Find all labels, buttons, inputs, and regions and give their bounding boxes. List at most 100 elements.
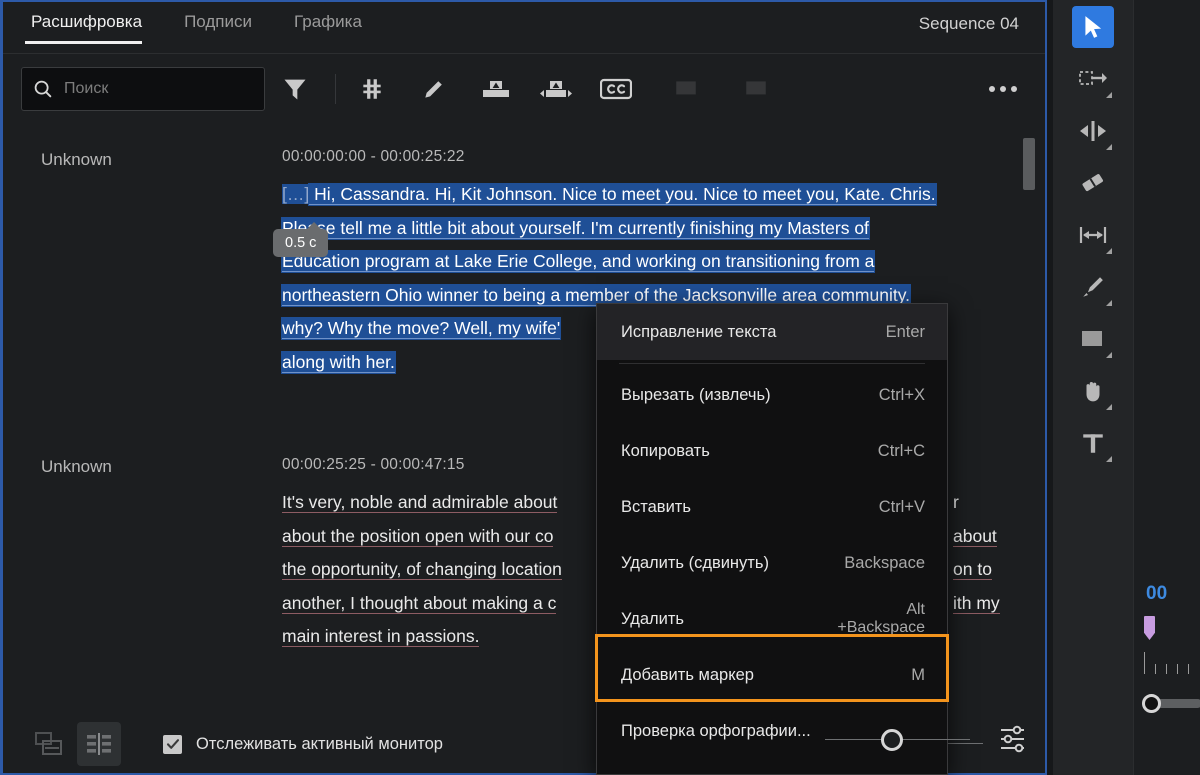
menu-item-shortcut: Enter bbox=[885, 322, 925, 341]
menu-item-add-marker[interactable]: Добавить маркер M bbox=[597, 647, 947, 703]
transcript-line[interactable]: about the position open with our co bbox=[282, 520, 562, 554]
transcript-line-text: Hi, Cassandra. Hi, Kit Johnson. Nice to … bbox=[309, 184, 936, 205]
panel-tabbar: Расшифровка Подписи Графика Sequence 04 bbox=[3, 2, 1045, 54]
speaker-label[interactable]: Unknown bbox=[41, 457, 112, 477]
menu-item-spellcheck[interactable]: Проверка орфографии... bbox=[597, 703, 970, 759]
tool-flyout-indicator bbox=[1106, 456, 1112, 462]
transcript-line[interactable]: main interest in passions. bbox=[282, 620, 562, 654]
clip-view-icon[interactable] bbox=[27, 722, 71, 766]
split-clips-icon[interactable] bbox=[534, 67, 578, 111]
search-input[interactable]: Поиск bbox=[21, 67, 265, 111]
tool-flyout-indicator bbox=[1106, 144, 1112, 150]
transcript-line[interactable]: […] Hi, Cassandra. Hi, Kit Johnson. Nice… bbox=[282, 178, 936, 212]
tab-captions-label: Подписи bbox=[184, 12, 252, 31]
sliders-icon[interactable] bbox=[998, 724, 1030, 759]
tab-captions[interactable]: Подписи bbox=[178, 10, 266, 44]
filter-icon[interactable] bbox=[273, 67, 317, 111]
transcript-line[interactable]: It's very, noble and admirable about bbox=[282, 486, 562, 520]
fragment-text: on to bbox=[953, 559, 992, 580]
overflow-dot bbox=[1011, 86, 1017, 92]
transcript-line-fragment: about bbox=[953, 520, 1000, 554]
overflow-dot bbox=[1000, 86, 1006, 92]
menu-item-delete[interactable]: Удалить Alt +Backspace bbox=[597, 591, 947, 647]
transcript-view-icon[interactable] bbox=[77, 722, 121, 766]
menu-item-copy[interactable]: Копировать Ctrl+C bbox=[597, 423, 947, 479]
context-menu[interactable]: Исправление текста Enter Вырезать (извле… bbox=[595, 303, 970, 775]
transcript-line-fragment: ith my bbox=[953, 587, 1000, 621]
block-lines-right-fragments: r about on to ith my bbox=[953, 486, 1000, 620]
slip-tool[interactable] bbox=[1072, 214, 1114, 256]
timeline-tick bbox=[1177, 664, 1178, 674]
pen-tool[interactable] bbox=[1072, 266, 1114, 308]
transcript-line[interactable]: another, I thought about making a c bbox=[282, 587, 562, 621]
timeline-marker[interactable] bbox=[1144, 616, 1155, 640]
track-active-monitor-label: Отслеживать активный монитор bbox=[196, 734, 443, 753]
transcript-line-text: the opportunity, of changing location bbox=[282, 559, 562, 580]
transcript-scrollbar-thumb[interactable] bbox=[1023, 138, 1035, 190]
menu-item-shortcut: Ctrl+V bbox=[878, 497, 925, 516]
edit-pencil-icon[interactable] bbox=[412, 67, 456, 111]
fragment-text: r bbox=[953, 492, 959, 512]
overflow-dot bbox=[989, 86, 995, 92]
transcript-toolbar: Поиск bbox=[3, 55, 1045, 123]
razor-tool[interactable] bbox=[1072, 162, 1114, 204]
menu-item-label: Исправление текста bbox=[621, 322, 777, 341]
panel-overflow-menu-button[interactable] bbox=[989, 86, 1027, 92]
cc-icon[interactable] bbox=[594, 67, 638, 111]
transcript-line-text: Education program at Lake Erie College, … bbox=[282, 251, 875, 272]
transcript-ellipsis: […] bbox=[282, 184, 310, 204]
menu-item-shortcut: Ctrl+C bbox=[877, 441, 925, 460]
transcript-line-text: why? Why the move? Well, my wife' bbox=[282, 318, 561, 339]
menu-item-shortcut: Backspace bbox=[844, 553, 925, 572]
menu-slider-knob[interactable] bbox=[881, 729, 903, 751]
ripple-edit-tool[interactable] bbox=[1072, 110, 1114, 152]
menu-item-paste[interactable]: Вставить Ctrl+V bbox=[597, 479, 947, 535]
track-select-forward-tool[interactable] bbox=[1072, 58, 1114, 100]
tool-flyout-indicator bbox=[1106, 404, 1112, 410]
transcript-line-text: Please tell me a little bit about yourse… bbox=[282, 217, 869, 239]
tool-flyout-indicator bbox=[1106, 300, 1112, 306]
timeline-panel[interactable]: 00 bbox=[1133, 0, 1200, 775]
menu-slider[interactable] bbox=[825, 729, 970, 751]
selection-tool[interactable] bbox=[1072, 6, 1114, 48]
block-lines[interactable]: It's very, noble and admirable about abo… bbox=[282, 486, 562, 654]
timeline-timecode[interactable]: 00 bbox=[1146, 583, 1167, 605]
transcript-line[interactable]: Please tell me a little bit about yourse… bbox=[282, 212, 936, 246]
track-active-monitor-checkbox[interactable] bbox=[163, 734, 182, 754]
menu-item-label: Вставить bbox=[621, 497, 691, 516]
timeline-tick bbox=[1144, 652, 1145, 674]
fragment-text: ith my bbox=[953, 592, 1000, 614]
timeline-tick bbox=[1188, 664, 1189, 674]
transcript-line[interactable]: Education program at Lake Erie College, … bbox=[282, 245, 936, 279]
rectangle-tool[interactable] bbox=[1072, 318, 1114, 360]
timeline-zoom-knob[interactable] bbox=[1142, 694, 1161, 713]
menu-item-label: Удалить bbox=[621, 609, 684, 628]
fragment-text: about bbox=[953, 525, 997, 547]
merge-clips-icon[interactable] bbox=[474, 67, 518, 111]
menu-item-delete-ripple[interactable]: Удалить (сдвинуть) Backspace bbox=[597, 535, 947, 591]
pause-gaps-icon[interactable] bbox=[350, 67, 394, 111]
menu-item-label: Копировать bbox=[621, 441, 710, 460]
type-tool[interactable] bbox=[1072, 422, 1114, 464]
transcript-line[interactable]: the opportunity, of changing location bbox=[282, 553, 562, 587]
block-timecode: 00:00:25:25 - 00:00:47:15 bbox=[282, 456, 465, 473]
tab-transcript[interactable]: Расшифровка bbox=[25, 10, 156, 44]
hand-tool[interactable] bbox=[1072, 370, 1114, 412]
menu-item-shortcut-line1: Alt bbox=[906, 600, 925, 618]
menu-item-label: Проверка орфографии... bbox=[621, 721, 811, 740]
tab-graphics[interactable]: Графика bbox=[288, 10, 376, 44]
transcript-line-text: another, I thought about making a c bbox=[282, 592, 557, 614]
menu-item-shortcut: M bbox=[911, 665, 925, 684]
transcript-scrollbar[interactable] bbox=[1023, 138, 1035, 705]
menu-item-fix-text[interactable]: Исправление текста Enter bbox=[597, 304, 947, 360]
tools-panel bbox=[1053, 0, 1133, 775]
speaker-label[interactable]: Unknown bbox=[41, 150, 112, 170]
timeline-zoom-slider[interactable] bbox=[1142, 694, 1200, 713]
search-placeholder: Поиск bbox=[64, 80, 109, 97]
menu-item-label: Удалить (сдвинуть) bbox=[621, 553, 769, 572]
timeline-tick bbox=[1166, 664, 1167, 674]
transcript-line-fragment: r bbox=[953, 486, 1000, 520]
menu-item-shortcut-line2: +Backspace bbox=[837, 619, 925, 636]
tool-flyout-indicator bbox=[1106, 248, 1112, 254]
menu-item-cut[interactable]: Вырезать (извлечь) Ctrl+X bbox=[597, 367, 947, 423]
